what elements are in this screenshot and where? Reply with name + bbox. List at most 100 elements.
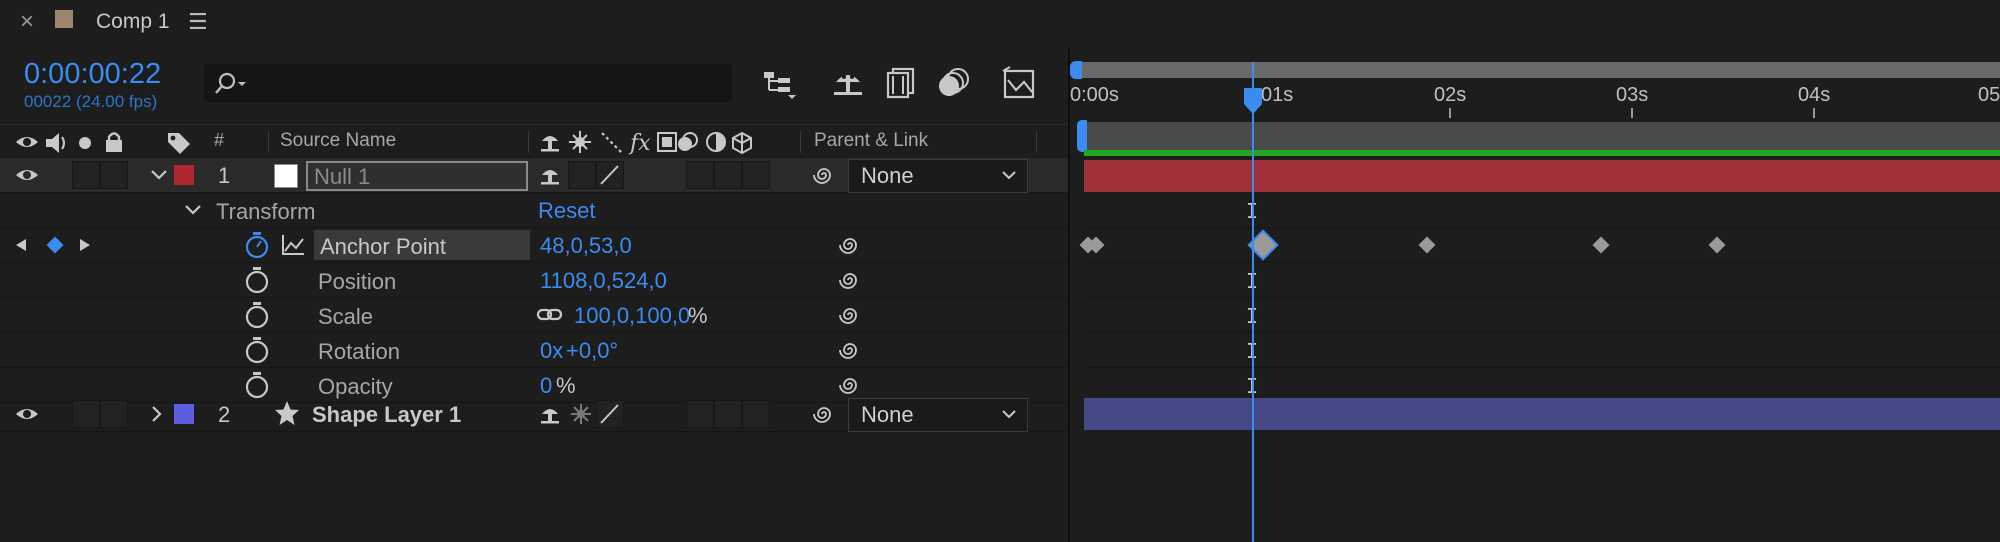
label-tag-icon[interactable] — [166, 130, 192, 156]
composition-icon — [55, 10, 73, 28]
solo-switch[interactable] — [72, 400, 100, 428]
lock-switch[interactable] — [100, 161, 128, 189]
visibility-eye-icon[interactable] — [14, 404, 40, 424]
keyframe-icon[interactable] — [1418, 236, 1436, 254]
lock-icon[interactable] — [104, 130, 124, 154]
audio-speaker-icon[interactable] — [44, 131, 70, 155]
navigator-start-handle[interactable] — [1070, 61, 1082, 79]
layer-duration-bar[interactable] — [1084, 160, 2000, 192]
adjustment-switch[interactable] — [714, 400, 742, 428]
lock-switch[interactable] — [100, 400, 128, 428]
shy-switch-icon[interactable] — [538, 402, 564, 426]
motion-blur-switch[interactable] — [686, 400, 714, 428]
layer-row[interactable]: 1 Null 1 None — [0, 158, 1068, 193]
playhead-line[interactable] — [1252, 62, 1254, 542]
work-area-start-handle[interactable] — [1077, 120, 1087, 152]
solo-icon[interactable] — [79, 137, 91, 149]
shy-switch-icon[interactable] — [538, 163, 564, 187]
frame-blending-icon[interactable] — [884, 66, 918, 100]
stopwatch-icon[interactable] — [244, 266, 270, 294]
time-ruler[interactable]: 0:00s 01s 02s 03s 04s 05 — [1070, 80, 2000, 118]
continuous-rasterize-icon[interactable] — [568, 401, 594, 427]
column-divider — [268, 131, 269, 153]
property-name: Rotation — [318, 339, 400, 364]
chevron-right-icon[interactable] — [150, 405, 164, 423]
quality-switch[interactable] — [596, 400, 624, 428]
video-eye-icon[interactable] — [14, 131, 40, 153]
previous-keyframe-icon[interactable] — [14, 237, 28, 253]
motion-blur-icon[interactable] — [936, 66, 974, 100]
expression-pick-whip-icon[interactable] — [838, 373, 862, 397]
playhead-handle-icon[interactable] — [1242, 86, 1264, 116]
pick-whip-icon[interactable] — [812, 402, 836, 426]
comp-tab-bar: × Comp 1 ☰ — [0, 0, 2000, 44]
timeline-position-row — [1084, 263, 2000, 298]
comp-tab-title[interactable]: Comp 1 — [96, 10, 170, 34]
shape-layer-star-icon — [275, 401, 299, 425]
layer-label-color[interactable] — [174, 165, 194, 185]
comp-flowchart-icon[interactable] — [762, 68, 798, 100]
graph-editor-icon[interactable] — [1002, 66, 1038, 102]
ruler-tick — [1449, 108, 1451, 118]
quality-switch[interactable] — [596, 161, 624, 189]
opacity-value[interactable]: 0 — [540, 373, 552, 399]
chevron-down-icon[interactable] — [150, 168, 168, 182]
expression-pick-whip-icon[interactable] — [838, 268, 862, 292]
collapse-switch[interactable] — [568, 161, 596, 189]
work-area-bar[interactable] — [1084, 122, 2000, 150]
timeline-scale-row — [1084, 298, 2000, 333]
panel-menu-icon[interactable]: ☰ — [188, 9, 208, 35]
expression-pick-whip-icon[interactable] — [838, 303, 862, 327]
pick-whip-icon[interactable] — [812, 163, 836, 187]
column-source-name-header[interactable]: Source Name — [280, 130, 396, 152]
layer-label-color[interactable] — [174, 404, 194, 424]
timeline-transform-row — [1084, 193, 2000, 228]
3d-layer-switch[interactable] — [742, 400, 770, 428]
time-navigator-bar[interactable] — [1072, 62, 2000, 78]
scale-value[interactable]: 100,0,100,0 — [574, 303, 690, 329]
parent-value: None — [861, 402, 914, 427]
transform-group-row[interactable]: Transform Reset — [0, 193, 1068, 228]
current-time-display[interactable]: 0:00:00:22 — [24, 58, 161, 91]
layer-name: Null 1 — [314, 164, 371, 189]
stopwatch-active-icon[interactable] — [244, 231, 270, 259]
constrain-proportions-link-icon[interactable] — [536, 306, 564, 324]
ruler-tick — [1631, 108, 1633, 118]
column-parent-link-header[interactable]: Parent & Link — [814, 130, 928, 152]
expression-pick-whip-icon[interactable] — [838, 338, 862, 362]
layer-duration-bar[interactable] — [1084, 398, 2000, 430]
3d-layer-switch[interactable] — [742, 161, 770, 189]
graph-icon[interactable] — [280, 233, 306, 257]
ruler-label: 05 — [1978, 84, 2000, 106]
parent-dropdown[interactable]: None — [848, 398, 1028, 432]
layer-name-field[interactable]: Null 1 — [306, 161, 528, 191]
expression-pick-whip-icon[interactable] — [838, 233, 862, 257]
stopwatch-icon[interactable] — [244, 336, 270, 364]
selected-property-highlight: Anchor Point — [314, 230, 530, 260]
close-tab-button[interactable]: × — [20, 8, 34, 36]
position-value[interactable]: 1108,0,524,0 — [540, 268, 667, 294]
adjustment-switch[interactable] — [714, 161, 742, 189]
next-keyframe-icon[interactable] — [78, 237, 92, 253]
rotation-revolutions[interactable]: 0x — [540, 338, 563, 364]
layer-row[interactable]: 2 Shape Layer 1 None — [0, 397, 1068, 432]
layer-search-input[interactable] — [254, 68, 718, 98]
transform-reset-link[interactable]: Reset — [538, 198, 595, 224]
keyframe-icon[interactable] — [1708, 236, 1726, 254]
add-keyframe-icon[interactable] — [46, 236, 64, 254]
motion-blur-switch[interactable] — [686, 161, 714, 189]
layer-name[interactable]: Shape Layer 1 — [312, 402, 461, 428]
keyframe-icon[interactable] — [1592, 236, 1610, 254]
anchor-point-value[interactable]: 48,0,53,0 — [540, 233, 632, 259]
shy-layers-icon[interactable] — [830, 66, 866, 100]
ruler-label: 01s — [1261, 84, 1294, 106]
visibility-eye-icon[interactable] — [14, 165, 40, 185]
solo-switch[interactable] — [72, 161, 100, 189]
layer-search-field[interactable] — [204, 64, 732, 102]
chevron-down-icon[interactable] — [184, 203, 202, 217]
rotation-degrees[interactable]: +0,0° — [566, 338, 618, 364]
frame-count-display: 00022 (24.00 fps) — [24, 92, 158, 111]
stopwatch-icon[interactable] — [244, 371, 270, 399]
parent-dropdown[interactable]: None — [848, 159, 1028, 193]
stopwatch-icon[interactable] — [244, 301, 270, 329]
